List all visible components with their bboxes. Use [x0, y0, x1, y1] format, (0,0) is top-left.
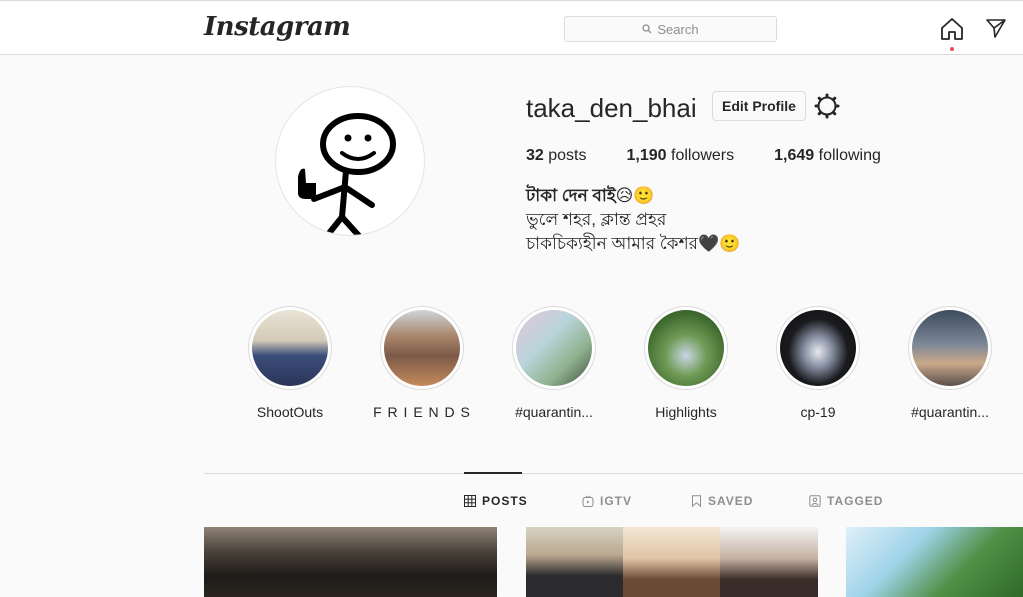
- instagram-logo[interactable]: Instagram: [204, 12, 351, 42]
- post-collage-panel: [623, 527, 720, 597]
- posts-count-value: 32: [526, 147, 544, 164]
- bio-line: ভুলে শহর, ক্লান্ত প্রহর: [526, 210, 667, 229]
- top-navigation-bar: Instagram Search: [0, 0, 1023, 55]
- following-count-value: 1,649: [774, 147, 815, 164]
- stick-figure-avatar-image: [298, 113, 396, 235]
- highlight-label: #quarantin...: [911, 404, 989, 420]
- highlight-ring: [776, 306, 860, 390]
- story-highlight-friends[interactable]: F R I E N D S: [372, 306, 472, 420]
- tab-label: IGTV: [600, 494, 633, 508]
- post-thumbnail[interactable]: [846, 527, 1023, 597]
- search-placeholder: Search: [657, 21, 699, 37]
- post-thumbnail[interactable]: [526, 527, 818, 597]
- highlight-ring: [908, 306, 992, 390]
- highlight-cover-image: [912, 310, 988, 386]
- highlight-ring: [248, 306, 332, 390]
- highlight-label: Highlights: [655, 404, 717, 420]
- post-thumbnail[interactable]: [204, 527, 497, 597]
- highlight-cover-image: [384, 310, 460, 386]
- home-icon[interactable]: [940, 17, 964, 41]
- search-input[interactable]: Search: [564, 16, 777, 42]
- story-highlight-highlights[interactable]: Highlights: [636, 306, 736, 420]
- profile-avatar[interactable]: [275, 86, 425, 236]
- home-notification-dot: [950, 47, 954, 51]
- following-count-label: following: [818, 147, 881, 164]
- post-collage-panel: [720, 527, 818, 597]
- grid-icon: [464, 495, 476, 507]
- settings-gear-icon[interactable]: [814, 93, 840, 119]
- active-tab-indicator: [464, 472, 522, 474]
- igtv-icon: [582, 495, 594, 507]
- highlight-cover-image: [780, 310, 856, 386]
- tab-label: POSTS: [482, 494, 528, 508]
- tab-tagged[interactable]: TAGGED: [809, 494, 883, 508]
- highlight-cover-image: [516, 310, 592, 386]
- bookmark-icon: [692, 495, 701, 507]
- highlight-cover-image: [648, 310, 724, 386]
- following-link[interactable]: 1,649 following: [774, 147, 881, 165]
- story-highlight-quarantine-2[interactable]: #quarantin...: [900, 306, 1000, 420]
- highlight-cover-image: [252, 310, 328, 386]
- tagged-icon: [809, 495, 821, 507]
- highlight-ring: [644, 306, 728, 390]
- followers-count-label: followers: [671, 147, 735, 164]
- highlight-ring: [380, 306, 464, 390]
- bio-line: চাকচিক্যহীন আমার কৈশর🖤🙂: [526, 234, 741, 253]
- direct-message-icon[interactable]: [985, 17, 1007, 39]
- highlight-label: ShootOuts: [256, 404, 324, 420]
- highlight-label: cp-19: [800, 404, 836, 420]
- tab-saved[interactable]: SAVED: [691, 494, 753, 508]
- followers-link[interactable]: 1,190 followers: [627, 147, 735, 165]
- highlight-ring: [512, 306, 596, 390]
- profile-username: taka_den_bhai: [526, 93, 697, 123]
- tab-label: TAGGED: [827, 494, 884, 508]
- story-highlight-shootouts[interactable]: ShootOuts: [240, 306, 340, 420]
- tab-igtv[interactable]: IGTV: [582, 494, 632, 508]
- profile-stats: 32 posts 1,190 followers 1,649 following: [526, 147, 921, 165]
- story-highlight-quarantine-1[interactable]: #quarantin...: [504, 306, 604, 420]
- tab-posts[interactable]: POSTS: [464, 494, 528, 508]
- post-collage-panel: [526, 527, 623, 597]
- posts-count-label: posts: [548, 147, 587, 164]
- followers-count-value: 1,190: [626, 147, 667, 164]
- tab-label: SAVED: [708, 494, 754, 508]
- profile-bio: টাকা দেন বাই😥🙂 ভুলে শহর, ক্লান্ত প্রহর চ…: [526, 184, 740, 256]
- highlight-label: #quarantin...: [515, 404, 593, 420]
- story-highlight-cp-19[interactable]: cp-19: [768, 306, 868, 420]
- posts-count: 32 posts: [526, 147, 587, 165]
- edit-profile-button[interactable]: Edit Profile: [712, 91, 806, 121]
- tabs-divider: [204, 473, 1023, 474]
- search-icon: [642, 24, 652, 34]
- highlight-label: F R I E N D S: [373, 404, 471, 420]
- profile-display-name: টাকা দেন বাই😥🙂: [526, 186, 655, 205]
